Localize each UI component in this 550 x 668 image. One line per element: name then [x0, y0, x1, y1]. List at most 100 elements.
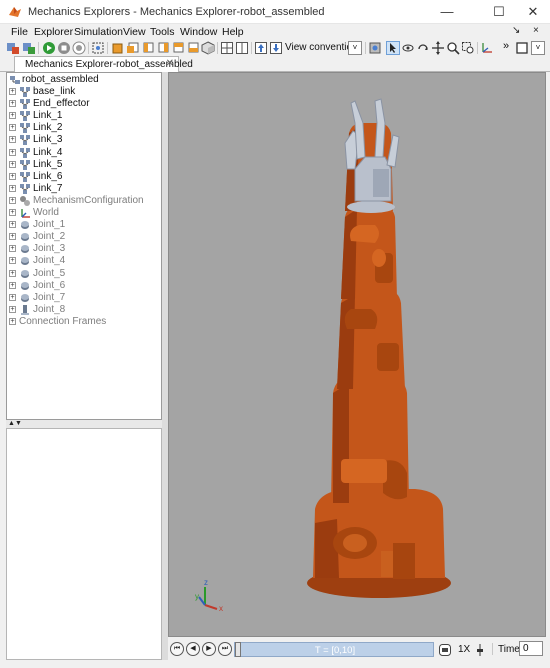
model-browser-icon[interactable]	[22, 41, 36, 55]
menu-simulation[interactable]: Simulation	[74, 26, 123, 38]
tree-item-link-7[interactable]: + Link_7	[7, 183, 161, 195]
tree-expand-icon[interactable]: +	[9, 196, 16, 204]
toolbar-overflow-icon[interactable]: »	[503, 40, 509, 52]
split-view-icon[interactable]	[235, 41, 249, 55]
tree-expand-icon[interactable]: +	[9, 160, 16, 168]
menu-window[interactable]: Window	[180, 26, 217, 38]
right-view-icon[interactable]	[156, 41, 170, 55]
tree-item-joint-1[interactable]: + Joint_1	[7, 219, 161, 231]
x-axis-label: x	[219, 604, 223, 613]
maximize-button[interactable]: ☐	[484, 2, 514, 22]
panel-splitter[interactable]: ▲ ▼	[6, 420, 162, 428]
tree-expand-icon[interactable]: +	[9, 293, 16, 301]
tree-item-joint-7[interactable]: + Joint_7	[7, 292, 161, 304]
open-model-icon[interactable]	[6, 41, 20, 55]
zoom-icon[interactable]	[446, 41, 460, 55]
tab-close-icon[interactable]: ✕	[166, 58, 174, 69]
3d-viewport[interactable]: z x y	[168, 72, 546, 637]
tree-expand-icon[interactable]: +	[9, 124, 16, 132]
pan-icon[interactable]	[431, 41, 445, 55]
rotate-icon[interactable]	[401, 41, 415, 55]
tree-expand-icon[interactable]: +	[9, 209, 16, 216]
zoom-out-view-icon[interactable]	[269, 41, 283, 55]
splitter-down-icon[interactable]: ▼	[15, 420, 22, 427]
tree-expand-icon[interactable]: +	[9, 148, 16, 156]
time-input[interactable]: 0	[519, 641, 543, 656]
run-icon[interactable]	[42, 41, 56, 55]
tree-item-link-5[interactable]: + Link_5	[7, 159, 161, 171]
tree-item-joint-3[interactable]: + Joint_3	[7, 243, 161, 255]
menu-view[interactable]: View	[123, 26, 146, 38]
view-convention-dropdown[interactable]: ˅	[348, 41, 362, 55]
isometric-view-icon[interactable]	[201, 41, 215, 55]
tree-expand-icon[interactable]: +	[9, 317, 16, 325]
tree-expand-icon[interactable]: +	[9, 136, 16, 144]
menu-file[interactable]: File	[11, 26, 28, 38]
tab-robot-assembled[interactable]: Mechanics Explorer-robot_assembled ✕	[14, 56, 193, 72]
layout-icon[interactable]	[515, 41, 529, 55]
step-forward-button[interactable]: ⏭	[218, 642, 232, 656]
stop-icon[interactable]	[57, 41, 71, 55]
tree-expand-icon[interactable]: +	[9, 245, 16, 253]
speed-label[interactable]: 1X	[458, 644, 470, 655]
tree-expand-icon[interactable]: +	[9, 221, 16, 229]
tree-item-world[interactable]: + World	[7, 207, 161, 219]
tree-item-mechanismconfiguration[interactable]: + MechanismConfiguration	[7, 195, 161, 207]
tree-expand-icon[interactable]: +	[9, 88, 16, 95]
zoom-box-icon[interactable]	[461, 41, 475, 55]
tree-expand-icon[interactable]: +	[9, 233, 16, 241]
splitter-up-icon[interactable]: ▲	[8, 420, 15, 427]
tree-expand-icon[interactable]: +	[9, 184, 16, 192]
tree-expand-icon[interactable]: +	[9, 112, 16, 120]
menu-tools[interactable]: Tools	[150, 26, 175, 38]
tree-item-end-effector[interactable]: + End_effector	[7, 98, 161, 110]
close-figure-icon[interactable]: ×	[533, 25, 539, 36]
record-icon[interactable]	[72, 41, 86, 55]
tree-item-link-3[interactable]: + Link_3	[7, 134, 161, 146]
front-view-icon[interactable]	[111, 41, 125, 55]
tree-item-link-4[interactable]: + Link_4	[7, 147, 161, 159]
bottom-view-icon[interactable]	[186, 41, 200, 55]
play-button[interactable]: ▶	[202, 642, 216, 656]
layout-dropdown[interactable]: ˅	[531, 41, 545, 55]
tree-expand-icon[interactable]: +	[9, 281, 16, 289]
settings-icon[interactable]	[368, 41, 382, 55]
speed-slider-icon[interactable]	[473, 643, 487, 657]
tree-expand-icon[interactable]: +	[9, 172, 16, 180]
tree-item-link-6[interactable]: + Link_6	[7, 171, 161, 183]
menu-help[interactable]: Help	[222, 26, 244, 38]
tree-expand-icon[interactable]: +	[9, 100, 16, 108]
timeline-slider[interactable]: T = [0,10]	[234, 642, 434, 657]
tree-item-base-link[interactable]: + base_link	[7, 86, 161, 98]
close-button[interactable]: ✕	[518, 2, 548, 22]
tree-item-joint-5[interactable]: + Joint_5	[7, 268, 161, 280]
tree-expand-icon[interactable]: +	[9, 269, 16, 277]
step-back-button[interactable]: ◀	[186, 642, 200, 656]
tree-root[interactable]: robot_assembled	[7, 74, 161, 86]
back-view-icon[interactable]	[126, 41, 140, 55]
menu-explorer[interactable]: Explorer	[34, 26, 73, 38]
fit-to-view-icon[interactable]	[91, 41, 105, 55]
tree-expand-icon[interactable]: +	[9, 305, 16, 313]
left-view-icon[interactable]	[141, 41, 155, 55]
tree-item-joint-4[interactable]: + Joint_4	[7, 255, 161, 267]
rewind-button[interactable]: ⏮	[170, 642, 184, 656]
roll-icon[interactable]	[416, 41, 430, 55]
select-pointer-icon[interactable]	[386, 41, 400, 55]
matlab-logo-icon	[9, 7, 21, 17]
single-view-icon[interactable]	[220, 41, 234, 55]
undock-icon[interactable]: ↘	[512, 25, 520, 36]
tree-expand-icon[interactable]: +	[9, 257, 16, 265]
tree-item-link-1[interactable]: + Link_1	[7, 110, 161, 122]
joint-2-face	[341, 459, 387, 483]
tree-item-connection-frames[interactable]: + Connection Frames	[7, 316, 161, 328]
frames-icon[interactable]	[480, 41, 494, 55]
loop-icon[interactable]	[438, 643, 452, 657]
minimize-button[interactable]: —	[432, 2, 462, 22]
tree-item-link-2[interactable]: + Link_2	[7, 122, 161, 134]
top-view-icon[interactable]	[171, 41, 185, 55]
tree-item-joint-8[interactable]: + Joint_8	[7, 304, 161, 316]
zoom-in-view-icon[interactable]	[254, 41, 268, 55]
tree-item-joint-2[interactable]: + Joint_2	[7, 231, 161, 243]
tree-item-joint-6[interactable]: + Joint_6	[7, 280, 161, 292]
